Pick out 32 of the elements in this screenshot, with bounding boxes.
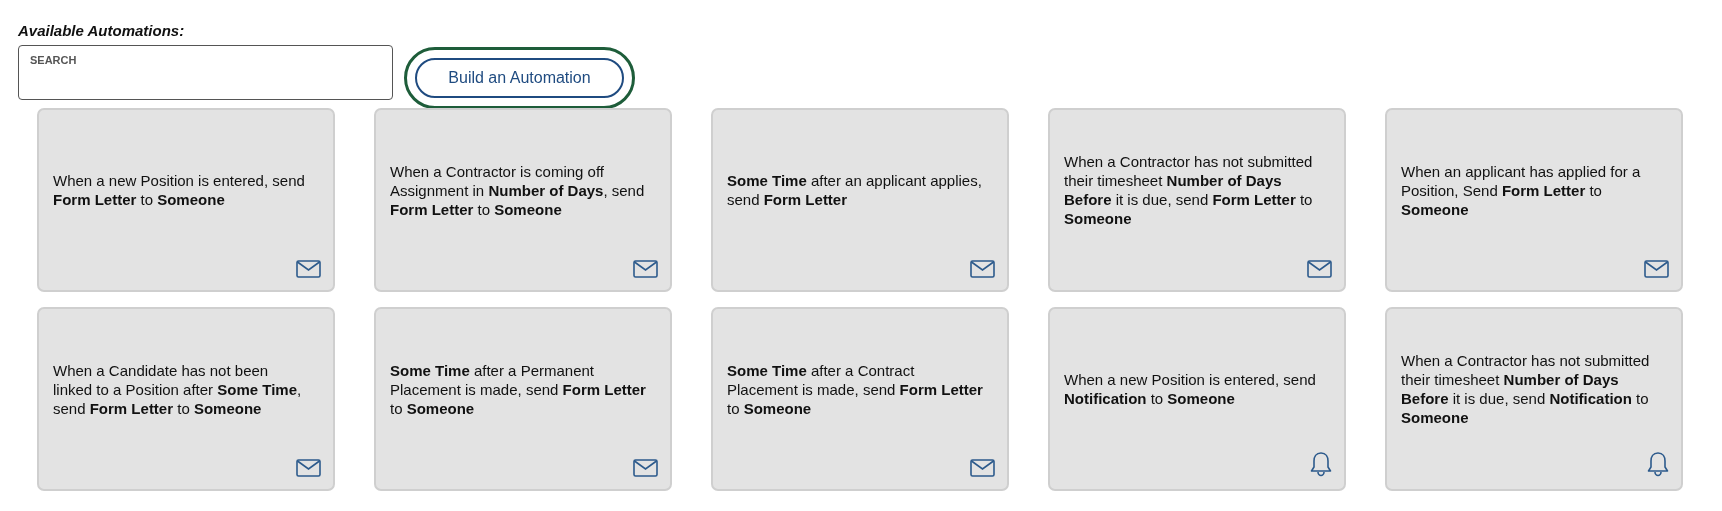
automation-card[interactable]: When an applicant has applied for a Position, Send Form Letter to Someone <box>1385 108 1683 292</box>
automation-card[interactable]: When a new Position is entered, send Form Letter to Someone <box>37 108 335 292</box>
bell-icon <box>1310 451 1332 477</box>
automation-description: When a Contractor has not submitted their timesheet Number of Days Before it is due, send Form Letter to Someone <box>1064 152 1314 228</box>
automation-card[interactable]: When a Candidate has not been linked to a Position after Some Time, send Form Letter to Someone <box>37 307 335 491</box>
automation-description: When a Contractor has not submitted their timesheet Number of Days Before it is due, send Notification to Someone <box>1401 351 1651 427</box>
automation-description: Some Time after an applicant applies, send Form Letter <box>727 171 983 209</box>
envelope-icon <box>1307 260 1332 278</box>
automation-description: Some Time after a Contract Placement is made, send Form Letter to Someone <box>727 360 983 418</box>
envelope-icon <box>296 260 321 278</box>
automation-card[interactable]: When a Contractor has not submitted their timesheet Number of Days Before it is due, send Form Letter to Someone <box>1048 108 1346 292</box>
section-heading: Available Automations: <box>18 22 186 39</box>
automation-description: When a Candidate has not been linked to a Position after Some Time, send Form Letter to Someone <box>53 360 303 418</box>
envelope-icon <box>1644 260 1669 278</box>
automation-description: When an applicant has applied for a Position, Send Form Letter to Someone <box>1401 161 1642 219</box>
automation-card[interactable]: When a new Position is entered, send Notification to Someone <box>1048 307 1346 491</box>
automation-description: When a new Position is entered, send Notification to Someone <box>1064 370 1317 408</box>
envelope-icon <box>633 260 658 278</box>
automation-description: When a Contractor is coming off Assignment in Number of Days, send Form Letter to Someone <box>390 161 646 219</box>
automation-card[interactable]: When a Contractor is coming off Assignment in Number of Days, send Form Letter to Someone <box>374 108 672 292</box>
bell-icon <box>1647 451 1669 477</box>
envelope-icon <box>633 459 658 477</box>
automation-card[interactable]: Some Time after an applicant applies, send Form Letter <box>711 108 1009 292</box>
automation-card[interactable]: Some Time after a Permanent Placement is made, send Form Letter to Someone <box>374 307 672 491</box>
search-field[interactable]: SEARCH <box>18 45 393 100</box>
envelope-icon <box>970 260 995 278</box>
automation-description: Some Time after a Permanent Placement is made, send Form Letter to Someone <box>390 360 646 418</box>
envelope-icon <box>296 459 321 477</box>
automation-description: When a new Position is entered, send Form Letter to Someone <box>53 171 306 209</box>
automation-card[interactable]: Some Time after a Contract Placement is made, send Form Letter to Someone <box>711 307 1009 491</box>
envelope-icon <box>970 459 995 477</box>
automation-card[interactable]: When a Contractor has not submitted their timesheet Number of Days Before it is due, send Notification to Someone <box>1385 307 1683 491</box>
